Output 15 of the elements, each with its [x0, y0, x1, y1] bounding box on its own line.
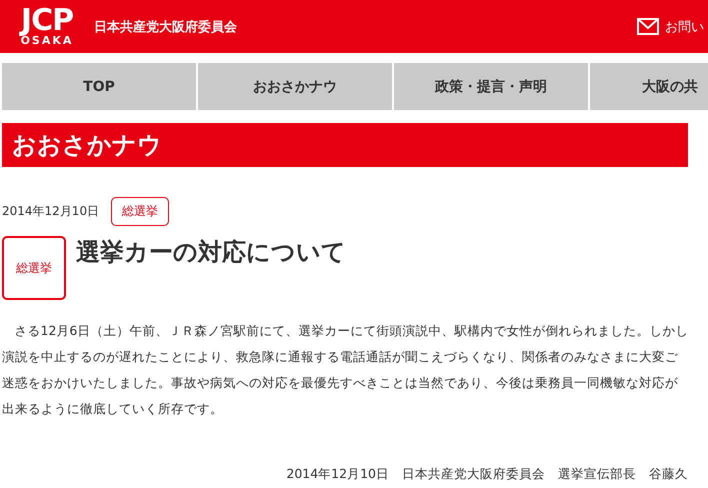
- site-title: 日本共産党大阪府委員会: [94, 18, 237, 36]
- article-title: 選挙カーの対応について: [76, 237, 346, 268]
- nav-tab[interactable]: 大阪の共: [590, 63, 708, 110]
- nav-tab[interactable]: TOP: [2, 63, 196, 110]
- category-badge: 総選挙: [2, 236, 66, 300]
- nav-tab[interactable]: おおさかナウ: [198, 63, 392, 110]
- nav-tab[interactable]: 政策・提言・声明: [394, 63, 588, 110]
- article-body: さる12月6日（土）午前、ＪＲ森ノ宮駅前にて、選挙カーにて街頭演説中、駅構内で女性が倒れられました。しかし演説を中止するのが遅れたことにより、救急隊に通報する電話通話が聞こえづらくなり、関係者のみなさまに大変ご迷惑をおかけいたしました。事故や病気への対応を最優先すべきことは当然であり、今後は乗務員一同機敏な対応が出来るように徹底していく所存です。: [2, 322, 690, 418]
- article-signature: 2014年12月10日 日本共産党大阪府委員会 選挙宣伝部長 谷藤久: [285, 466, 688, 483]
- mail-icon[interactable]: [637, 18, 659, 35]
- logo[interactable]: JCP OSAKA: [12, 6, 82, 46]
- category-tag[interactable]: 総選挙: [111, 197, 170, 226]
- post-date: 2014年12月10日: [2, 203, 100, 220]
- page-title: おおさかナウ: [2, 123, 688, 167]
- contact-link[interactable]: お問い: [665, 18, 704, 36]
